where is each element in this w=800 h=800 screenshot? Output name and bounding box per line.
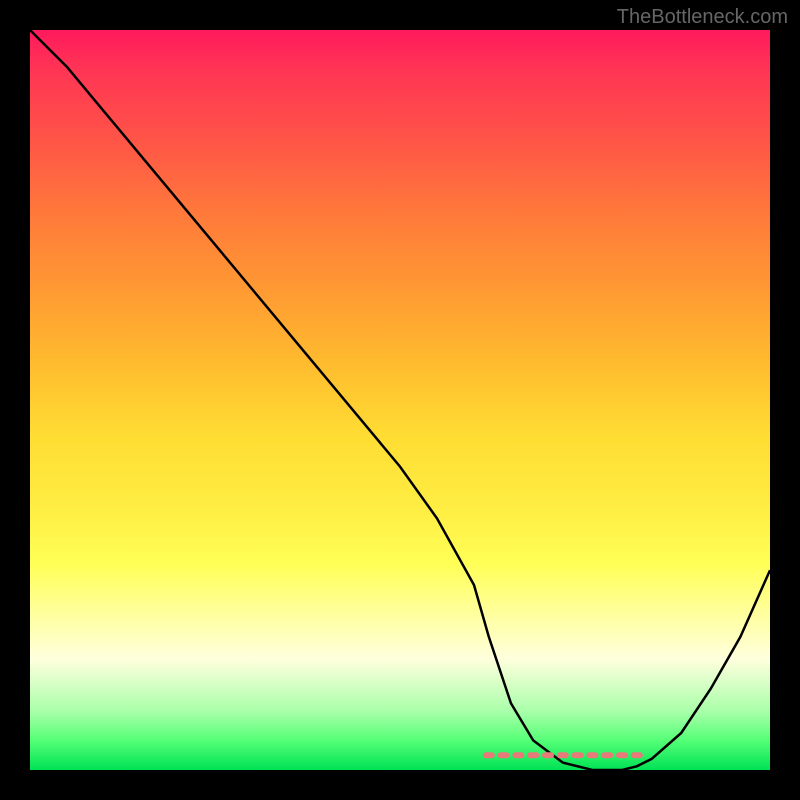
watermark-text: TheBottleneck.com <box>617 6 788 29</box>
marker-dash <box>616 752 628 758</box>
marker-dash <box>601 752 613 758</box>
marker-dash <box>498 752 510 758</box>
highlight-markers <box>483 752 643 758</box>
marker-dash <box>512 752 524 758</box>
marker-dash <box>527 752 539 758</box>
chart-container <box>30 30 770 770</box>
curve-overlay <box>30 30 770 770</box>
marker-dash <box>542 752 554 758</box>
marker-dash <box>483 752 495 758</box>
bottleneck-curve <box>30 30 770 770</box>
marker-dash <box>631 752 643 758</box>
marker-dash <box>557 752 569 758</box>
marker-dash <box>572 752 584 758</box>
marker-dash <box>586 752 598 758</box>
